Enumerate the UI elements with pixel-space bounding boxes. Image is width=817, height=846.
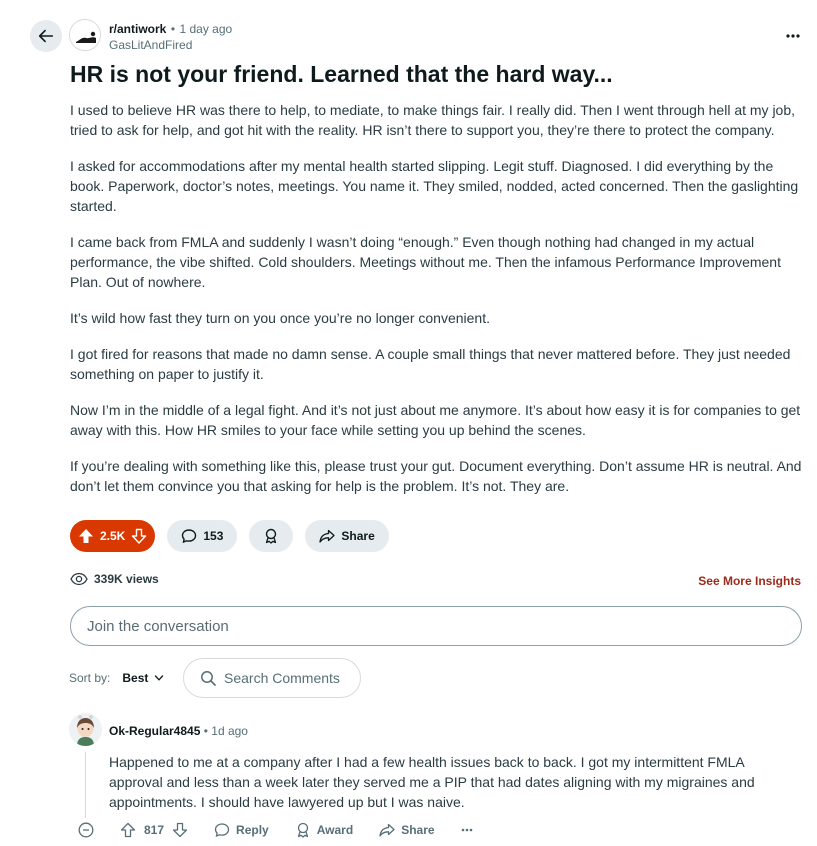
meta-separator: • [170, 22, 176, 36]
minus-circle-icon [78, 822, 94, 838]
chevron-down-icon [155, 675, 164, 681]
see-more-insights-link[interactable]: See More Insights [698, 574, 801, 588]
speech-bubble-icon [182, 529, 197, 544]
collapse-thread-button[interactable] [78, 822, 94, 838]
ellipsis-icon [786, 34, 800, 38]
search-comments-placeholder: Search Comments [224, 670, 340, 686]
arrow-up-icon [79, 529, 93, 543]
comment-author-avatar[interactable] [69, 713, 102, 746]
comment-body: Happened to me at a company after I had … [109, 754, 755, 810]
comments-button[interactable]: 153 [167, 520, 238, 552]
comment-time: 1d ago [211, 724, 248, 738]
arrow-left-icon [38, 29, 54, 43]
post-action-bar: 2.5K 153 Share [70, 520, 389, 552]
sort-value: Best [122, 671, 149, 685]
join-conversation-input[interactable]: Join the conversation [70, 606, 802, 646]
award-icon [266, 528, 277, 544]
share-arrow-icon [379, 823, 395, 837]
comment-downvote-button[interactable] [172, 822, 188, 838]
post-paragraph: I got fired for reasons that made no dam… [70, 346, 791, 382]
downvote-button[interactable] [131, 528, 147, 544]
post-author[interactable]: GasLitAndFired [109, 37, 232, 53]
vote-control: 2.5K [70, 520, 156, 552]
subreddit-logo [70, 20, 100, 50]
post-paragraph: I asked for accommodations after my ment… [70, 158, 799, 214]
comment-meta-separator: • [203, 724, 208, 738]
post-paragraph: If you’re dealing with something like th… [70, 458, 802, 494]
sort-control: Sort by: Best [69, 671, 164, 685]
upvote-button[interactable] [78, 528, 94, 544]
comment-award-button[interactable]: Award [295, 822, 353, 838]
post-paragraph: Now I’m in the middle of a legal fight. … [70, 402, 801, 438]
comment-more-button[interactable] [461, 828, 473, 832]
comment-vote-count: 817 [144, 823, 165, 837]
post-title: HR is not your friend. Learned that the … [70, 61, 613, 87]
views-count: 339K views [94, 572, 159, 586]
eye-icon [70, 572, 88, 586]
subreddit-name[interactable]: r/antiwork [109, 22, 166, 36]
comment-share-button[interactable]: Share [379, 822, 435, 838]
comment-vote-control: 817 [120, 822, 188, 838]
back-button[interactable] [30, 20, 62, 52]
award-icon [297, 822, 308, 838]
award-button[interactable] [249, 520, 294, 552]
post-paragraph: I used to believe HR was there to help, … [70, 102, 796, 138]
ellipsis-icon [461, 828, 472, 832]
search-icon [201, 671, 216, 686]
post-paragraph: I came back from FMLA and suddenly I was… [70, 234, 781, 290]
post-time: 1 day ago [179, 22, 233, 36]
comment-count: 153 [203, 529, 224, 543]
award-label: Award [316, 823, 354, 837]
more-options-button[interactable] [783, 26, 803, 46]
comment-reply-button[interactable]: Reply [214, 822, 269, 838]
share-label: Share [341, 529, 375, 543]
speech-bubble-icon [214, 823, 230, 838]
subreddit-avatar[interactable] [69, 19, 101, 51]
share-arrow-icon [319, 529, 336, 543]
comment-action-bar: 817 Reply Award Share [78, 822, 499, 838]
arrow-down-icon [132, 528, 147, 544]
vote-count: 2.5K [100, 529, 126, 543]
arrow-up-icon [120, 822, 136, 838]
thread-line[interactable] [85, 752, 86, 818]
sort-label: Sort by: [69, 671, 111, 685]
post-paragraph: It’s wild how fast they turn on you once… [70, 310, 490, 326]
comment-meta: Ok-Regular4845 • 1d ago [109, 723, 248, 739]
comment-author[interactable]: Ok-Regular4845 [109, 724, 200, 738]
reply-label: Reply [236, 823, 269, 837]
post-body: I used to believe HR was there to help, … [70, 100, 805, 512]
comment-upvote-button[interactable] [120, 822, 136, 838]
sort-dropdown[interactable]: Best [122, 671, 164, 685]
search-comments-input[interactable]: Search Comments [183, 658, 361, 698]
views-indicator: 339K views [70, 572, 159, 586]
share-button[interactable]: Share [305, 520, 389, 552]
user-avatar-icon [69, 713, 102, 746]
post-meta: r/antiwork • 1 day ago GasLitAndFired [109, 21, 232, 53]
comment-share-label: Share [401, 823, 435, 837]
arrow-down-icon [172, 822, 188, 838]
